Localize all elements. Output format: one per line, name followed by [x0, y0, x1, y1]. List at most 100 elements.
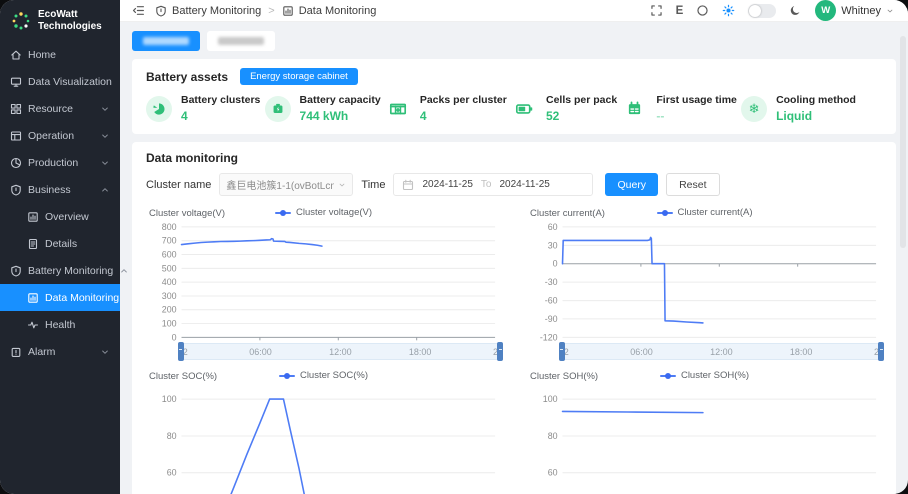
chart-header: Cluster voltage(V) Cluster voltage(V) — [146, 206, 501, 222]
legend-label: Cluster voltage(V) — [296, 207, 372, 218]
sidebar-item-label: Business — [28, 184, 71, 196]
datazoom-slider[interactable]: 06:0012:0018:0022 — [561, 343, 882, 360]
legend-marker-icon — [279, 375, 295, 377]
legend-label: Cluster SOH(%) — [681, 370, 749, 381]
sidebar-item-business[interactable]: Business — [0, 176, 120, 203]
sidebar-item-data-monitoring[interactable]: Data Monitoring — [0, 284, 120, 311]
sidebar-item-label: Overview — [45, 211, 89, 223]
stat-packs-per-cluster: Packs per cluster 4 — [385, 94, 507, 123]
sidebar-item-production[interactable]: Production — [0, 149, 120, 176]
app-window: EcoWatt Technologies Home Data Visualiza… — [0, 0, 908, 494]
layout-icon — [10, 130, 22, 142]
sidebar-item-health[interactable]: Health — [0, 311, 120, 338]
stat-value: 52 — [546, 109, 617, 123]
tab-redacted[interactable] — [207, 31, 275, 51]
light-mode-icon[interactable] — [722, 4, 735, 17]
sidebar-item-label: Resource — [28, 103, 73, 115]
sidebar-item-details[interactable]: Details — [0, 230, 120, 257]
stat-battery-clusters: Battery clusters 4 — [146, 94, 260, 123]
breadcrumb-data-monitoring[interactable]: Data Monitoring — [299, 5, 377, 17]
pie-chart-icon — [146, 96, 172, 122]
datazoom-right-handle[interactable] — [497, 342, 503, 361]
svg-text:60: 60 — [167, 468, 177, 478]
chart-legend[interactable]: Cluster SOH(%) — [527, 370, 882, 381]
battery-icon — [511, 96, 537, 122]
cluster-name-value: 鑫巨电池簇1-1(ovBotLcnd — [226, 177, 334, 192]
refresh-icon[interactable] — [696, 4, 709, 17]
chart-legend[interactable]: Cluster voltage(V) — [146, 207, 501, 218]
svg-text:0: 0 — [553, 259, 558, 269]
sidebar-item-home[interactable]: Home — [0, 41, 120, 68]
svg-text:-30: -30 — [545, 277, 558, 287]
language-toggle[interactable]: E — [676, 5, 684, 17]
document-icon — [27, 238, 39, 250]
query-button[interactable]: Query — [605, 173, 658, 196]
user-menu[interactable]: W Whitney — [815, 0, 894, 21]
stat-first-usage-time: First usage time -- — [621, 94, 737, 123]
stat-cells-per-pack: Cells per pack 52 — [511, 94, 617, 123]
sidebar-item-alarm[interactable]: Alarm — [0, 338, 120, 365]
sidebar-item-overview[interactable]: Overview — [0, 203, 120, 230]
sidebar-item-operation[interactable]: Operation — [0, 122, 120, 149]
date-range-picker[interactable]: 2024-11-25 To 2024-11-25 — [393, 173, 593, 196]
stat-label: Cells per pack — [546, 94, 617, 106]
theme-toggle[interactable] — [748, 4, 776, 18]
shield-icon — [10, 265, 22, 277]
toggle-knob — [749, 5, 761, 17]
battery-charge-icon — [265, 96, 291, 122]
sidebar-item-label: Health — [45, 319, 75, 331]
chevron-down-icon — [100, 131, 110, 141]
datazoom-tick-label: 12:00 — [329, 347, 352, 357]
datazoom-tick-label: 06:00 — [630, 347, 653, 357]
battery-assets-card: Battery assets Energy storage cabinet Ba… — [132, 59, 896, 134]
svg-text:80: 80 — [167, 431, 177, 441]
datazoom-slider[interactable]: 06:0012:0018:0022 — [180, 343, 501, 360]
user-name: Whitney — [841, 5, 881, 17]
sidebar-item-battery-monitoring[interactable]: Battery Monitoring — [0, 257, 120, 284]
reset-button[interactable]: Reset — [666, 173, 719, 196]
brand-name: EcoWatt Technologies — [38, 9, 102, 33]
chart-cluster-soc: Cluster SOC(%) Cluster SOC(%) 6080100 — [146, 369, 501, 494]
data-monitoring-title: Data monitoring — [146, 151, 882, 165]
dark-mode-icon[interactable] — [789, 4, 802, 17]
brand-line1: EcoWatt — [38, 9, 102, 21]
tab-redacted-active[interactable] — [132, 31, 200, 51]
monitor-icon — [10, 76, 22, 88]
sidebar-collapse-icon[interactable] — [132, 4, 145, 17]
chevron-down-icon — [338, 181, 346, 189]
sidebar-item-label: Data Monitoring — [45, 292, 119, 304]
chart-legend[interactable]: Cluster SOC(%) — [146, 370, 501, 381]
date-from-value[interactable]: 2024-11-25 — [422, 179, 472, 190]
sidebar-item-data-visualization[interactable]: Data Visualization — [0, 68, 120, 95]
sidebar-item-resource[interactable]: Resource — [0, 95, 120, 122]
cluster-name-select[interactable]: 鑫巨电池簇1-1(ovBotLcnd — [219, 173, 353, 196]
scrollbar-thumb[interactable] — [900, 36, 906, 248]
time-label: Time — [361, 179, 385, 191]
chart-icon — [27, 292, 39, 304]
breadcrumb-battery-monitoring[interactable]: Battery Monitoring — [172, 5, 261, 17]
brand: EcoWatt Technologies — [0, 0, 120, 41]
legend-marker-icon — [657, 212, 673, 214]
svg-text:300: 300 — [162, 291, 177, 301]
avatar: W — [815, 0, 836, 21]
chart-icon — [282, 5, 294, 17]
datazoom-left-handle[interactable] — [559, 342, 565, 361]
datazoom-left-handle[interactable] — [178, 342, 184, 361]
chart-legend[interactable]: Cluster current(A) — [527, 207, 882, 218]
datazoom-tick-label: 12:00 — [710, 347, 733, 357]
stat-value: -- — [656, 109, 737, 123]
svg-text:200: 200 — [162, 305, 177, 315]
sidebar: EcoWatt Technologies Home Data Visualiza… — [0, 0, 120, 494]
datazoom-right-handle[interactable] — [878, 342, 884, 361]
fullscreen-icon[interactable] — [650, 4, 663, 17]
pulse-icon — [27, 319, 39, 331]
energy-storage-cabinet-badge[interactable]: Energy storage cabinet — [240, 68, 358, 85]
grid-icon — [10, 103, 22, 115]
stat-label: First usage time — [656, 94, 737, 106]
filters-row: Cluster name 鑫巨电池簇1-1(ovBotLcnd Time 202… — [146, 173, 882, 196]
svg-text:30: 30 — [548, 240, 558, 250]
shield-icon — [10, 184, 22, 196]
breadcrumb-separator: > — [268, 5, 274, 17]
stat-battery-capacity: Battery capacity 744 kWh — [265, 94, 381, 123]
date-to-value[interactable]: 2024-11-25 — [499, 179, 549, 190]
